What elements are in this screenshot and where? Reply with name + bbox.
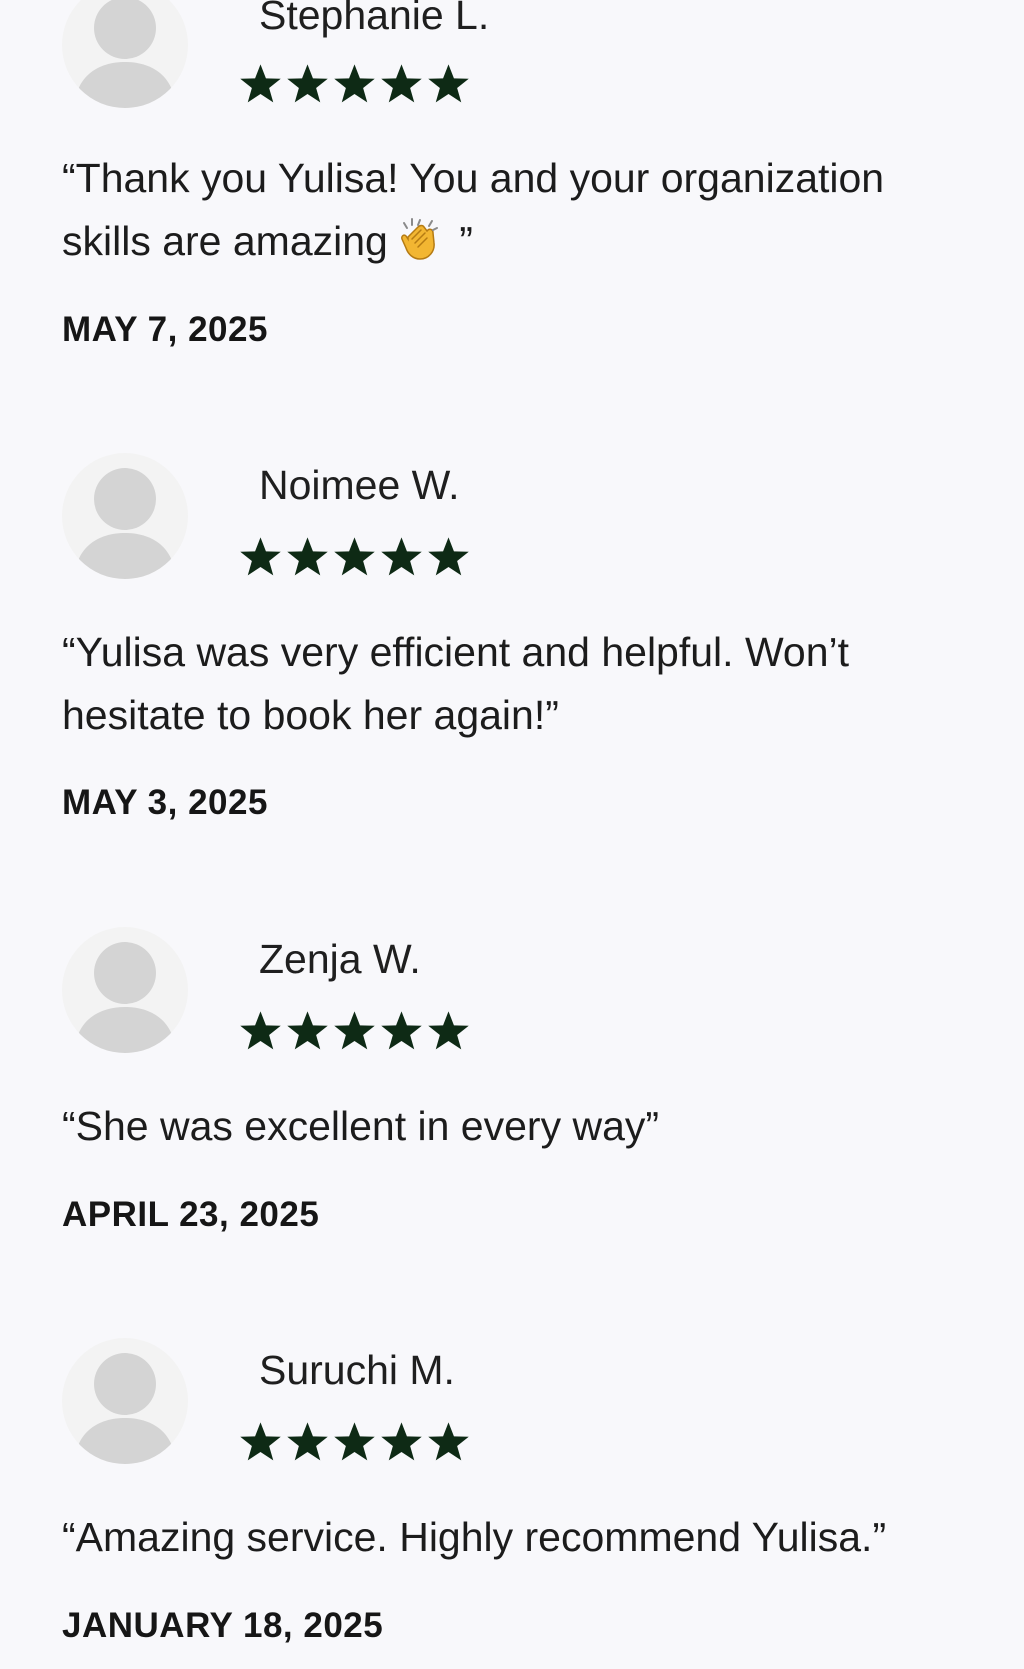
user-placeholder-icon [74, 1353, 176, 1464]
star-icon [240, 1422, 281, 1461]
review-list: Stephanie L. “Thank you Yulisa! You and … [0, 0, 1024, 1669]
avatar [62, 1338, 188, 1464]
star-icon [381, 1422, 422, 1461]
reviewer-name: Noimee W. [259, 462, 460, 508]
user-placeholder-icon [74, 468, 176, 579]
star-icon [428, 537, 469, 576]
user-placeholder-icon [74, 942, 176, 1053]
review-text: “Amazing service. Highly recommend Yulis… [62, 1514, 887, 1560]
star-icon [381, 537, 422, 576]
star-icon [334, 1011, 375, 1050]
star-rating [238, 1418, 471, 1466]
review-text-closing-quote: ” [447, 218, 473, 264]
review-text: “She was excellent in every way” [62, 1103, 660, 1149]
star-icon [428, 1422, 469, 1461]
star-icon [240, 1011, 281, 1050]
star-icon [428, 64, 469, 103]
reviewer-name: Zenja W. [259, 936, 421, 982]
star-icon [334, 1422, 375, 1461]
star-icon [334, 64, 375, 103]
review-date: APRIL 23, 2025 [62, 1195, 320, 1234]
review-text: “Yulisa was very efficient and helpful. … [62, 629, 850, 738]
review-text: “Thank you Yulisa! You and your organiza… [62, 147, 982, 273]
review-date: MAY 7, 2025 [62, 310, 268, 349]
review-text-body: “Thank you Yulisa! You and your organiza… [62, 155, 885, 264]
star-icon [287, 1422, 328, 1461]
star-icon [381, 64, 422, 103]
star-icon [428, 1011, 469, 1050]
star-icon [287, 1011, 328, 1050]
star-icon [381, 1011, 422, 1050]
star-icon [334, 537, 375, 576]
review-date: MAY 3, 2025 [62, 783, 268, 822]
star-icon [287, 537, 328, 576]
reviewer-name: Suruchi M. [259, 1347, 455, 1393]
avatar [62, 453, 188, 579]
star-icon [240, 537, 281, 576]
star-rating [238, 533, 471, 581]
star-rating [238, 1007, 471, 1055]
reviewer-name: Stephanie L. [259, 0, 490, 38]
user-placeholder-icon [74, 0, 176, 108]
clapping-hands-icon [400, 218, 438, 260]
star-rating [238, 60, 471, 108]
star-icon [287, 64, 328, 103]
star-icon [240, 64, 281, 103]
review-date: JANUARY 18, 2025 [62, 1606, 384, 1645]
avatar [62, 0, 188, 108]
avatar [62, 927, 188, 1053]
